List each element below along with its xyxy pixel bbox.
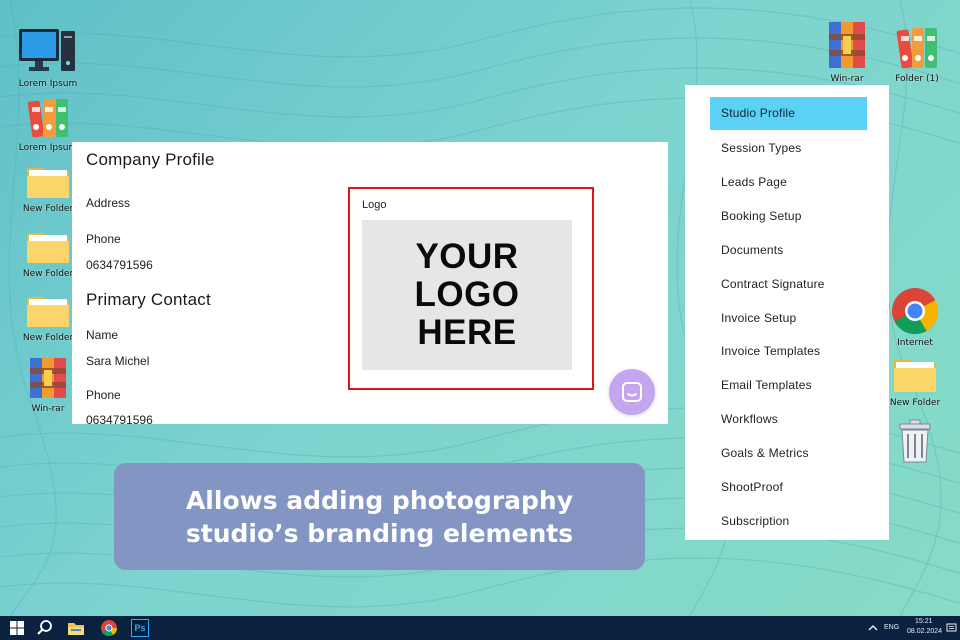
desktop-icon-folder-right[interactable]: New Folder xyxy=(883,352,947,409)
menu-item-session-types[interactable]: Session Types xyxy=(710,132,867,165)
search-icon[interactable] xyxy=(36,619,54,637)
desktop-icon-label: Lorem Ipsum xyxy=(18,79,78,89)
menu-item-workflows[interactable]: Workflows xyxy=(710,403,867,436)
folder-icon xyxy=(27,168,69,198)
chrome-icon xyxy=(892,288,939,335)
system-tray: ENG 15:21 08.02.2024 xyxy=(840,616,960,640)
address-label: Address xyxy=(86,196,131,210)
computer-icon xyxy=(19,29,75,71)
folder-icon xyxy=(894,360,936,392)
desktop-icon-label: Win-rar xyxy=(31,404,65,414)
menu-item-booking-setup[interactable]: Booking Setup xyxy=(710,200,867,233)
desktop-icon-label: New Folder xyxy=(22,204,74,214)
menu-item-invoice-setup[interactable]: Invoice Setup xyxy=(710,302,867,335)
company-profile-panel: Company Profile Address Phone 0634791596… xyxy=(72,142,668,424)
desktop-icon-recycle-bin[interactable] xyxy=(883,418,947,466)
desktop-icon-binders[interactable]: Lorem Ipsum xyxy=(16,95,80,154)
file-explorer-icon[interactable] xyxy=(67,619,85,637)
binders-icon xyxy=(896,28,937,69)
desktop-icon-label: New Folder xyxy=(889,398,941,408)
logo-highlight-box: Logo YOUR LOGO HERE xyxy=(348,187,594,390)
desktop-icon-folder-1[interactable]: New Folder xyxy=(16,160,80,215)
menu-item-shootproof[interactable]: ShootProof xyxy=(710,471,867,504)
company-profile-title: Company Profile xyxy=(86,150,215,169)
menu-item-documents[interactable]: Documents xyxy=(710,234,867,267)
caption-banner: Allows adding photography studio’s brand… xyxy=(114,463,645,570)
logo-label: Logo xyxy=(362,199,387,211)
winrar-icon xyxy=(30,358,66,398)
desktop-icon-label: New Folder xyxy=(22,333,74,343)
contact-phone-value[interactable]: 0634791596 xyxy=(86,413,153,424)
logo-upload-area[interactable]: YOUR LOGO HERE xyxy=(362,220,572,370)
name-value[interactable]: Sara Michel xyxy=(86,354,149,368)
clock-time[interactable]: 15:21 xyxy=(915,618,933,625)
caption-text: Allows adding photography studio’s brand… xyxy=(185,485,574,548)
desktop-icon-label: New Folder xyxy=(22,269,74,279)
folder-icon xyxy=(27,297,69,327)
phone-label: Phone xyxy=(86,232,121,246)
settings-menu: Studio Profile Session Types Leads Page … xyxy=(685,85,889,540)
desktop-icon-winrar[interactable]: Win-rar xyxy=(16,354,80,415)
menu-item-invoice-templates[interactable]: Invoice Templates xyxy=(710,335,867,368)
menu-item-leads-page[interactable]: Leads Page xyxy=(710,166,867,199)
contact-phone-label: Phone xyxy=(86,388,121,402)
menu-item-contract-signature[interactable]: Contract Signature xyxy=(710,268,867,301)
desktop-icon-label: Folder (1) xyxy=(895,74,939,84)
taskbar: Ps ENG 15:21 08.02.2024 xyxy=(0,616,960,640)
chat-button[interactable] xyxy=(609,369,655,415)
primary-contact-title: Primary Contact xyxy=(86,290,211,309)
name-label: Name xyxy=(86,328,119,342)
menu-item-studio-profile[interactable]: Studio Profile xyxy=(710,97,867,130)
desktop-icon-label: Lorem Ipsum xyxy=(18,143,78,153)
desktop-icon-label: Win-rar xyxy=(830,74,864,84)
winrar-icon xyxy=(829,22,865,68)
photoshop-icon[interactable]: Ps xyxy=(131,619,149,637)
menu-item-email-templates[interactable]: Email Templates xyxy=(710,369,867,402)
phone-value[interactable]: 0634791596 xyxy=(86,258,153,272)
menu-item-goals-metrics[interactable]: Goals & Metrics xyxy=(710,437,867,470)
clock-date[interactable]: 08.02.2024 xyxy=(907,628,942,635)
recycle-bin-icon xyxy=(899,419,931,463)
desktop-icon-winrar-right[interactable]: Win-rar xyxy=(815,18,879,85)
chevron-up-icon[interactable] xyxy=(868,624,878,632)
desktop-icon-folder-3[interactable]: New Folder xyxy=(16,289,80,344)
desktop-icon-internet[interactable]: Internet xyxy=(883,286,947,349)
language-indicator[interactable]: ENG xyxy=(884,624,899,631)
menu-item-subscription[interactable]: Subscription xyxy=(710,505,867,538)
binders-icon xyxy=(27,99,68,138)
logo-placeholder-text: YOUR LOGO HERE xyxy=(414,237,520,352)
windows-start-icon[interactable] xyxy=(8,619,26,637)
photoshop-label: Ps xyxy=(134,623,146,633)
folder-icon xyxy=(27,233,69,263)
chat-icon xyxy=(622,382,642,402)
desktop-icon-label: Internet xyxy=(897,338,933,348)
notification-icon[interactable] xyxy=(946,623,957,633)
desktop-icon-folder-2[interactable]: New Folder xyxy=(16,225,80,280)
desktop-icon-computer[interactable]: Lorem Ipsum xyxy=(16,25,80,90)
chrome-icon[interactable] xyxy=(100,619,118,637)
desktop-icon-folder-1-right[interactable]: Folder (1) xyxy=(885,22,949,85)
